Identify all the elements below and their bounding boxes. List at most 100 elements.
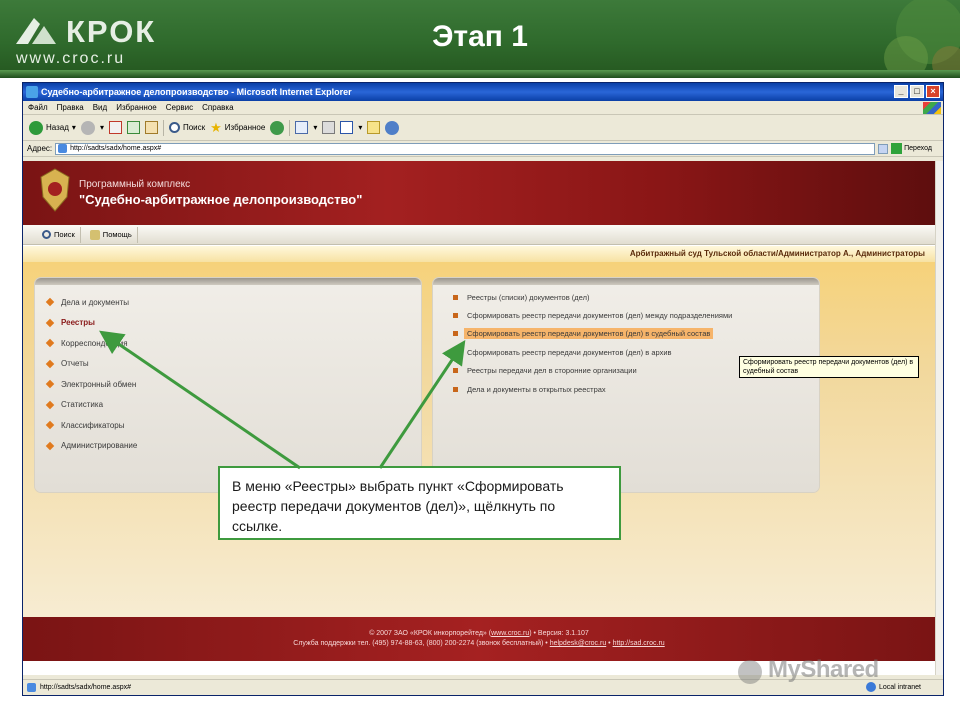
footer-link-helpdesk[interactable]: helpdesk@croc.ru — [550, 640, 607, 647]
messenger-icon[interactable] — [385, 120, 400, 135]
app-header: Программный комплекс "Судебно-арбитражно… — [23, 161, 935, 225]
menu-view[interactable]: Вид — [93, 101, 107, 114]
menu-item-statistics[interactable]: Статистика — [45, 395, 137, 416]
word-icon[interactable] — [340, 121, 354, 134]
address-bar: Адрес: http://sadts/sadx/home.aspx# Пере… — [23, 141, 943, 157]
bullet-icon — [453, 368, 458, 374]
slide-header: КРОК www.croc.ru Этап 1 — [0, 0, 960, 78]
close-button[interactable]: × — [926, 85, 940, 98]
bullet-icon — [453, 313, 458, 319]
content-area: Дела и документы Реестры Корреспонденция… — [23, 262, 935, 617]
app-search-button[interactable]: Поиск — [37, 226, 81, 243]
footer-link-croc[interactable]: www.croc.ru — [491, 630, 529, 637]
decorative-ornament-icon — [884, 0, 960, 78]
menu-help[interactable]: Справка — [202, 101, 233, 114]
go-button[interactable]: Переход — [891, 143, 932, 154]
watermark-icon — [738, 660, 762, 684]
back-label: Назад — [46, 123, 69, 132]
menu-favorites[interactable]: Избранное — [116, 101, 157, 114]
bullet-icon — [45, 318, 55, 327]
windows-logo-icon — [923, 102, 941, 114]
address-input[interactable]: http://sadts/sadx/home.aspx# — [55, 142, 876, 155]
submenu-item-between-departments[interactable]: Сформировать реестр передачи документов … — [453, 306, 735, 324]
bullet-icon — [45, 359, 55, 368]
favorites-button[interactable]: ★ Избранное — [210, 120, 265, 136]
dropdown-arrow-icon[interactable]: ▾ — [313, 123, 317, 132]
home-icon[interactable] — [144, 121, 158, 134]
menu-item-exchange[interactable]: Электронный обмен — [45, 374, 137, 395]
submenu-item-registries-list[interactable]: Реестры (списки) документов (дел) — [453, 288, 735, 306]
menu-item-administration[interactable]: Администрирование — [45, 436, 137, 457]
search-label: Поиск — [182, 123, 206, 132]
submenu-item-third-party[interactable]: Реестры передачи дел в сторонние организ… — [453, 362, 735, 380]
panel-top-bar — [35, 278, 421, 285]
print-icon[interactable] — [322, 121, 336, 134]
menu-item-correspondence[interactable]: Корреспонденция — [45, 333, 137, 354]
search-icon — [42, 230, 51, 239]
menu-tools[interactable]: Сервис — [166, 101, 193, 114]
window-title: Судебно-арбитражное делопроизводство - M… — [41, 87, 352, 97]
submenu-item-open-registries[interactable]: Дела и документы в открытых реестрах — [453, 380, 735, 398]
tooltip: Сформировать реестр передачи документов … — [739, 356, 919, 378]
app-help-label: Помощь — [102, 230, 132, 239]
back-arrow-icon — [29, 120, 43, 135]
mail-icon[interactable] — [295, 121, 309, 134]
dropdown-arrow-icon[interactable]: ▾ — [72, 123, 76, 132]
notes-icon[interactable] — [367, 121, 381, 134]
bullet-icon — [453, 386, 458, 392]
dropdown-arrow-icon[interactable]: ▾ — [358, 123, 362, 132]
watermark: MyShared — [768, 656, 879, 683]
dropdown-arrow-icon[interactable]: ▾ — [100, 123, 104, 132]
zone-label: Local intranet — [878, 683, 921, 691]
bullet-icon — [45, 380, 55, 389]
page-icon — [58, 144, 68, 153]
bullet-icon — [45, 421, 55, 430]
search-button[interactable]: Поиск — [168, 122, 206, 133]
vertical-scrollbar[interactable] — [935, 161, 943, 675]
bullet-icon — [45, 400, 55, 409]
address-value: http://sadts/sadx/home.aspx# — [70, 145, 162, 152]
submenu-item-to-archive[interactable]: Сформировать реестр передачи документов … — [453, 343, 735, 361]
address-label: Адрес: — [27, 144, 53, 153]
app-footer: © 2007 ЗАО «КРОК инкорпорейтед» (www.cro… — [23, 617, 935, 661]
help-icon — [89, 229, 100, 240]
app-toolbar: Поиск Помощь — [23, 225, 935, 245]
page-icon — [27, 683, 36, 692]
maximize-button[interactable]: □ — [910, 85, 924, 98]
app-help-button[interactable]: Помощь — [85, 226, 138, 243]
registries-submenu-panel: Реестры (списки) документов (дел) Сформи… — [433, 278, 819, 492]
browser-toolbar: Назад ▾ ▾ Поиск ★ Избранное ▾ ▾ — [23, 115, 943, 141]
main-menu: Дела и документы Реестры Корреспонденция… — [45, 292, 137, 457]
registries-submenu: Реестры (списки) документов (дел) Сформи… — [453, 288, 735, 398]
go-arrow-icon — [891, 143, 903, 154]
submenu-item-to-court-panel[interactable]: Сформировать реестр передачи документов … — [453, 325, 735, 343]
app-title: "Судебно-арбитражное делопроизводство" — [79, 192, 363, 207]
menu-file[interactable]: Файл — [28, 101, 48, 114]
menu-item-cases[interactable]: Дела и документы — [45, 292, 137, 313]
back-button[interactable]: Назад ▾ — [29, 120, 76, 135]
toolbar-separator — [162, 119, 164, 136]
menu-edit[interactable]: Правка — [57, 101, 84, 114]
instruction-callout: В меню «Реестры» выбрать пункт «Сформиро… — [218, 466, 621, 540]
app-search-label: Поиск — [54, 230, 75, 239]
footer-copyright: © 2007 ЗАО «КРОК инкорпорейтед» (www.cro… — [369, 630, 589, 637]
stop-icon[interactable] — [108, 121, 122, 134]
browser-viewport: Программный комплекс "Судебно-арбитражно… — [23, 161, 943, 675]
bullet-icon — [45, 441, 55, 450]
bullet-icon — [453, 331, 458, 337]
history-icon[interactable] — [270, 120, 285, 135]
address-dropdown-icon[interactable] — [878, 143, 889, 154]
window-controls: _ □ × — [894, 85, 940, 98]
browser-window: Судебно-арбитражное делопроизводство - M… — [22, 82, 944, 696]
menu-item-classifiers[interactable]: Классификаторы — [45, 415, 137, 436]
star-icon: ★ — [210, 119, 222, 135]
main-menu-panel: Дела и документы Реестры Корреспонденция… — [35, 278, 421, 492]
minimize-button[interactable]: _ — [894, 85, 908, 98]
menu-item-registries[interactable]: Реестры — [45, 313, 137, 334]
footer-link-sad[interactable]: http://sad.croc.ru — [613, 640, 665, 647]
refresh-icon[interactable] — [126, 121, 140, 134]
status-url: http://sadts/sadx/home.aspx# — [40, 684, 132, 691]
favorites-label: Избранное — [224, 123, 266, 132]
menu-item-reports[interactable]: Отчеты — [45, 354, 137, 375]
forward-arrow-icon[interactable] — [80, 120, 95, 135]
